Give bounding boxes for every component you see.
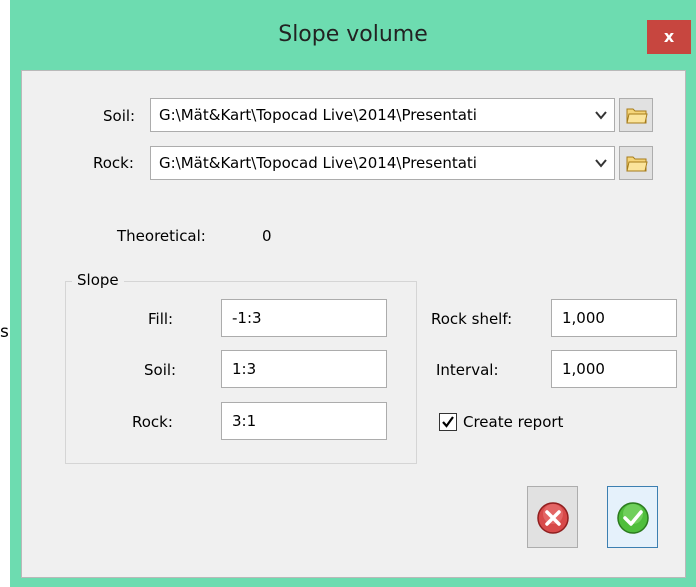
rock-browse-button[interactable] (619, 146, 653, 180)
rock-file-label: Rock: (93, 154, 134, 172)
dialog-body: Soil: G:\Mät&Kart\Topocad Live\2014\Pres… (21, 70, 686, 578)
chevron-down-icon[interactable] (594, 156, 608, 170)
dialog-title: Slope volume (278, 22, 428, 47)
background-text: s (0, 322, 9, 342)
checkmark-icon (442, 416, 454, 428)
interval-input[interactable]: 1,000 (551, 350, 677, 388)
ok-button[interactable] (607, 486, 658, 548)
rock-shelf-input[interactable]: 1,000 (551, 299, 677, 337)
rock-file-value: G:\Mät&Kart\Topocad Live\2014\Presentati (159, 154, 477, 172)
title-bar[interactable]: Slope volume x (10, 0, 696, 70)
soil-slope-label: Soil: (144, 361, 177, 379)
create-report-checkbox[interactable] (439, 413, 457, 431)
theoretical-label: Theoretical: (117, 227, 206, 245)
cancel-button[interactable] (527, 486, 578, 548)
soil-file-label: Soil: (103, 107, 136, 125)
soil-file-value: G:\Mät&Kart\Topocad Live\2014\Presentati (159, 106, 477, 124)
fill-input[interactable]: -1:3 (221, 299, 387, 337)
cancel-icon (537, 502, 569, 534)
rock-slope-label: Rock: (132, 413, 173, 431)
soil-slope-input[interactable]: 1:3 (221, 350, 387, 388)
rock-slope-input[interactable]: 3:1 (221, 402, 387, 440)
chevron-down-icon[interactable] (594, 108, 608, 122)
folder-icon (626, 156, 648, 172)
slope-group-title: Slope (72, 271, 124, 289)
create-report-label[interactable]: Create report (463, 413, 563, 431)
folder-icon (626, 108, 648, 124)
soil-browse-button[interactable] (619, 98, 653, 132)
slope-volume-dialog: Slope volume x Soil: G:\Mät&Kart\Topocad… (10, 0, 696, 587)
fill-label: Fill: (148, 310, 174, 328)
interval-label: Interval: (436, 361, 499, 379)
rock-shelf-label: Rock shelf: (431, 310, 513, 328)
soil-file-combo[interactable]: G:\Mät&Kart\Topocad Live\2014\Presentati (150, 98, 615, 132)
rock-file-combo[interactable]: G:\Mät&Kart\Topocad Live\2014\Presentati (150, 146, 615, 180)
ok-icon (617, 502, 649, 534)
theoretical-value: 0 (262, 227, 272, 245)
close-button[interactable]: x (647, 20, 691, 54)
